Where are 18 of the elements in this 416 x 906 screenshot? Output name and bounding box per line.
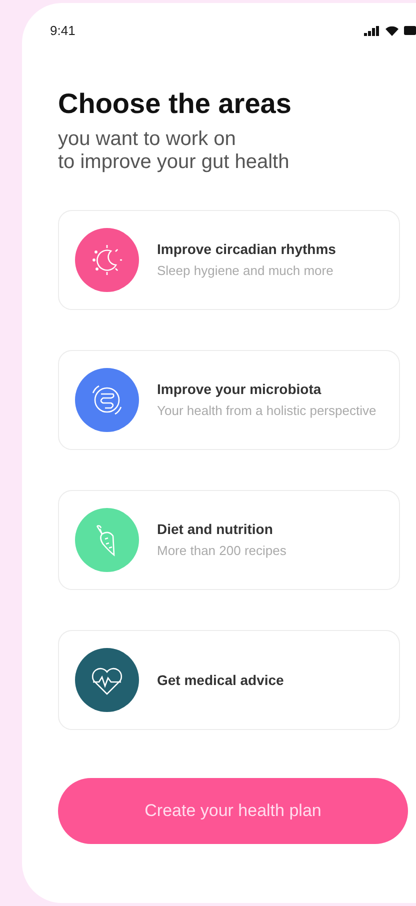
- area-card[interactable]: Improve circadian rhythms Sleep hygiene and much more: [58, 210, 400, 310]
- card-subtitle: Your health from a holistic perspective: [157, 402, 377, 420]
- card-title: Improve your microbiota: [157, 380, 322, 396]
- page-title: Choose the areas: [58, 88, 292, 120]
- card-subtitle: More than 200 recipes: [157, 542, 288, 560]
- area-card[interactable]: Improve your microbiota Your health from a holistic perspective: [58, 350, 400, 450]
- status-time: 9:41: [50, 23, 76, 38]
- signal-icon: [364, 26, 380, 36]
- card-title: Diet and nutrition: [157, 520, 274, 536]
- card-title: Get medical advice: [157, 672, 285, 688]
- card-title: Improve circadian rhythms: [157, 240, 337, 256]
- battery-icon: [404, 26, 416, 35]
- area-card[interactable]: Diet and nutrition More than 200 recipes: [58, 490, 400, 590]
- subtitle-line: you want to work on: [58, 128, 237, 151]
- subtitle-line: to improve your gut health: [58, 151, 290, 174]
- card-subtitle: Sleep hygiene and much more: [157, 262, 334, 280]
- area-card[interactable]: Get medical advice: [58, 630, 400, 730]
- wifi-icon: [385, 25, 399, 36]
